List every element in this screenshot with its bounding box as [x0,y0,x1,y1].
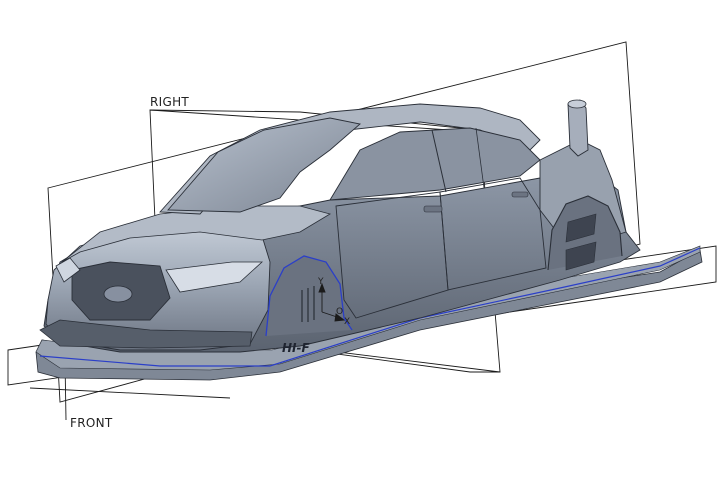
csys-y-label: Y [317,277,324,287]
wing-mount-cap [567,99,587,109]
door-badge-text: HI-F [282,341,310,355]
cad-3d-viewport[interactable]: HI-F Y X O RIGHT FRONT [0,0,720,478]
car-body-model[interactable]: HI-F [35,99,703,381]
rear-door-handle [511,191,529,198]
model-canvas[interactable]: HI-F Y X O RIGHT FRONT [0,0,720,478]
csys-x-label: X [344,317,350,327]
rear-wing-stand [567,99,589,157]
csys-origin-label: O [336,307,343,317]
brand-emblem [103,285,133,303]
datum-label-front[interactable]: FRONT [70,416,113,430]
door-handle [423,205,443,213]
datum-label-right[interactable]: RIGHT [150,95,189,109]
